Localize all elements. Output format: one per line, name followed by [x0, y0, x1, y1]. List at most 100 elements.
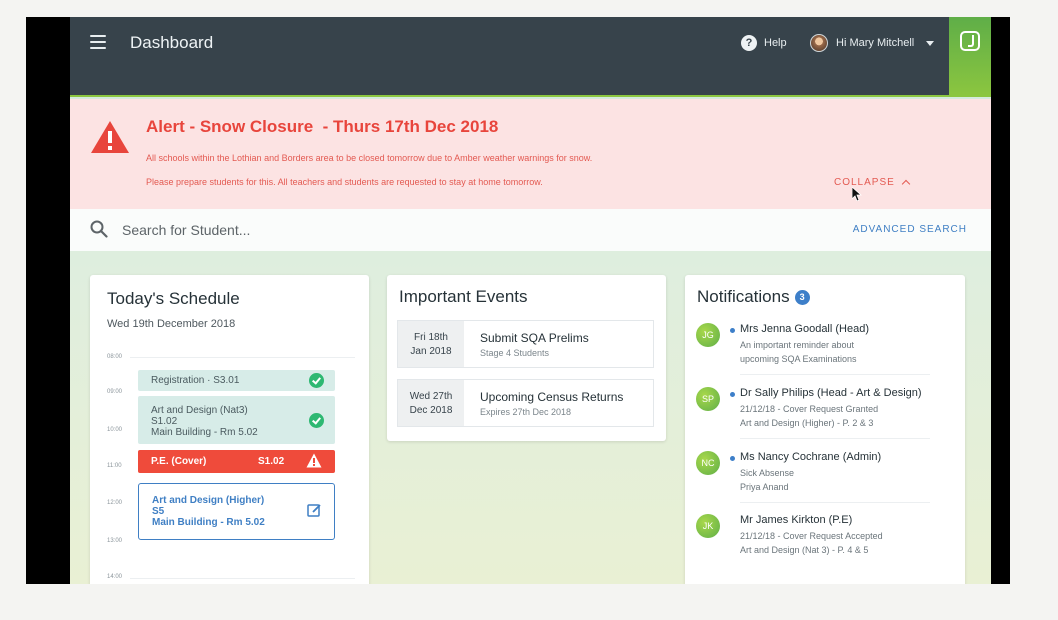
notification-title: Ms Nancy Cochrane (Admin)	[740, 451, 882, 463]
notification-count-badge: 3	[794, 290, 810, 306]
hamburger-menu-icon[interactable]	[90, 35, 106, 49]
schedule-slot-registration[interactable]: Registration · S3.01	[138, 370, 335, 391]
event-date-day: Fri 18th	[414, 332, 448, 343]
event-date-year: Jan 2018	[410, 346, 452, 357]
slot-room: S1.02	[151, 416, 178, 427]
schedule-slot-pe-cover[interactable]: P.E. (Cover) S1.02	[138, 450, 335, 473]
warning-icon	[306, 453, 322, 468]
slot-title: Art and Design (Nat3)	[151, 405, 248, 416]
logo-icon	[960, 31, 980, 51]
user-menu[interactable]: Hi Mary Mitchell	[810, 34, 935, 52]
notification-line: Art and Design (Nat 3) - P. 4 & 5	[740, 545, 869, 555]
event-title: Upcoming Census Returns	[480, 390, 624, 404]
warning-icon	[91, 121, 129, 153]
notification-line: upcoming SQA Examinations	[740, 354, 857, 364]
help-icon: ?	[741, 35, 757, 51]
time-label: 09:00	[107, 389, 123, 395]
notification-line: Priya Anand	[740, 482, 789, 492]
mouse-cursor-icon	[852, 187, 862, 201]
alert-title: Alert - Snow Closure - Thurs 17th Dec 20…	[146, 117, 499, 136]
brand-logo[interactable]	[949, 17, 991, 97]
chevron-up-icon	[901, 179, 911, 189]
help-label: Help	[764, 37, 787, 49]
collapse-button[interactable]: COLLAPSE	[834, 177, 911, 189]
alert-message-1: All schools within the Lothian and Borde…	[146, 153, 593, 163]
avatar: JG	[696, 323, 720, 347]
time-label: 11:00	[107, 463, 122, 469]
schedule-card: Today's Schedule Wed 19th December 2018 …	[90, 275, 369, 584]
user-greeting: Hi Mary Mitchell	[836, 37, 915, 49]
slot-location: Main Building - Rm 5.02	[151, 427, 258, 438]
notification-title: Mrs Jenna Goodall (Head)	[740, 323, 870, 335]
notifications-title: Notifications 3	[697, 287, 810, 307]
schedule-slot-art-higher[interactable]: Art and Design (Higher) S5 Main Building…	[138, 483, 335, 540]
notification-title: Mr James Kirkton (P.E)	[740, 514, 853, 526]
event-item[interactable]: Wed 27th Dec 2018 Upcoming Census Return…	[397, 379, 654, 427]
unread-dot	[730, 328, 735, 333]
schedule-title: Today's Schedule	[107, 289, 240, 308]
event-item[interactable]: Fri 18th Jan 2018 Submit SQA Prelims Sta…	[397, 320, 654, 368]
schedule-date: Wed 19th December 2018	[107, 318, 236, 330]
advanced-search-link[interactable]: ADVANCED SEARCH	[853, 224, 967, 235]
events-title: Important Events	[399, 287, 528, 306]
event-date-day: Wed 27th	[409, 391, 453, 402]
slot-room: S1.02	[258, 456, 285, 467]
unread-dot	[730, 456, 735, 461]
notification-line: 21/12/18 - Cover Request Accepted	[740, 531, 883, 541]
time-label: 13:00	[107, 538, 123, 544]
slot-title: P.E. (Cover)	[151, 456, 207, 467]
notification-title: Dr Sally Philips (Head - Art & Design)	[740, 387, 922, 399]
slot-title: Registration · S3.01	[151, 375, 240, 386]
event-date: Wed 27th Dec 2018	[398, 380, 464, 426]
notifications-title-text: Notifications	[697, 287, 790, 306]
events-card: Important Events Fri 18th Jan 2018 Submi…	[387, 275, 666, 441]
timeline-divider	[130, 357, 355, 358]
check-icon	[309, 413, 324, 428]
search-input[interactable]	[122, 218, 682, 242]
top-bar: Dashboard ? Help Hi Mary Mitchell	[70, 17, 991, 97]
search-bar: ADVANCED SEARCH	[70, 209, 991, 251]
time-label: 08:00	[107, 354, 123, 360]
check-icon	[309, 373, 324, 388]
event-title: Submit SQA Prelims	[480, 331, 589, 345]
search-icon[interactable]	[90, 220, 108, 238]
event-date: Fri 18th Jan 2018	[398, 321, 464, 367]
slot-location: Main Building - Rm 5.02	[152, 517, 265, 528]
chevron-down-icon	[926, 40, 935, 46]
alert-message-2: Please prepare students for this. All te…	[146, 177, 543, 187]
time-label: 14:00	[107, 574, 123, 580]
notification-line: 21/12/18 - Cover Request Granted	[740, 404, 879, 414]
divider	[740, 438, 930, 439]
notification-line: Art and Design (Higher) - P. 2 & 3	[740, 418, 874, 428]
collapse-label: COLLAPSE	[834, 177, 895, 188]
event-date-year: Dec 2018	[409, 405, 453, 416]
timeline-divider	[130, 578, 355, 579]
page-title: Dashboard	[130, 33, 214, 52]
divider	[740, 374, 930, 375]
event-subtitle: Stage 4 Students	[480, 348, 550, 358]
app-window: Dashboard ? Help Hi Mary Mitchell Alert …	[70, 17, 991, 584]
event-subtitle: Expires 27th Dec 2018	[480, 407, 572, 417]
edit-icon[interactable]	[307, 503, 322, 518]
avatar	[810, 34, 828, 52]
help-button[interactable]: ? Help	[741, 35, 787, 51]
notifications-card: Notifications 3 JG Mrs Jenna Goodall (Hea…	[685, 275, 965, 584]
notification-line: Sick Absense	[740, 468, 795, 478]
avatar: NC	[696, 451, 720, 475]
schedule-slot-art-nat3[interactable]: Art and Design (Nat3) S1.02 Main Buildin…	[138, 396, 335, 444]
slot-room: S5	[152, 506, 165, 517]
time-label: 12:00	[107, 500, 123, 506]
time-label: 10:00	[107, 427, 123, 433]
notification-line: An important reminder about	[740, 340, 855, 350]
notification-item[interactable]: JK Mr James Kirkton (P.E) 21/12/18 - Cov…	[696, 514, 956, 576]
notification-item[interactable]: SP Dr Sally Philips (Head - Art & Design…	[696, 387, 956, 449]
slot-title: Art and Design (Higher)	[152, 495, 265, 506]
avatar: JK	[696, 514, 720, 538]
notification-item[interactable]: NC Ms Nancy Cochrane (Admin) Sick Absens…	[696, 451, 956, 513]
unread-dot	[730, 392, 735, 397]
divider	[740, 502, 930, 503]
avatar: SP	[696, 387, 720, 411]
alert-banner: Alert - Snow Closure - Thurs 17th Dec 20…	[70, 99, 991, 209]
screen-frame: Dashboard ? Help Hi Mary Mitchell Alert …	[26, 17, 1010, 584]
notification-item[interactable]: JG Mrs Jenna Goodall (Head) An important…	[696, 323, 956, 385]
